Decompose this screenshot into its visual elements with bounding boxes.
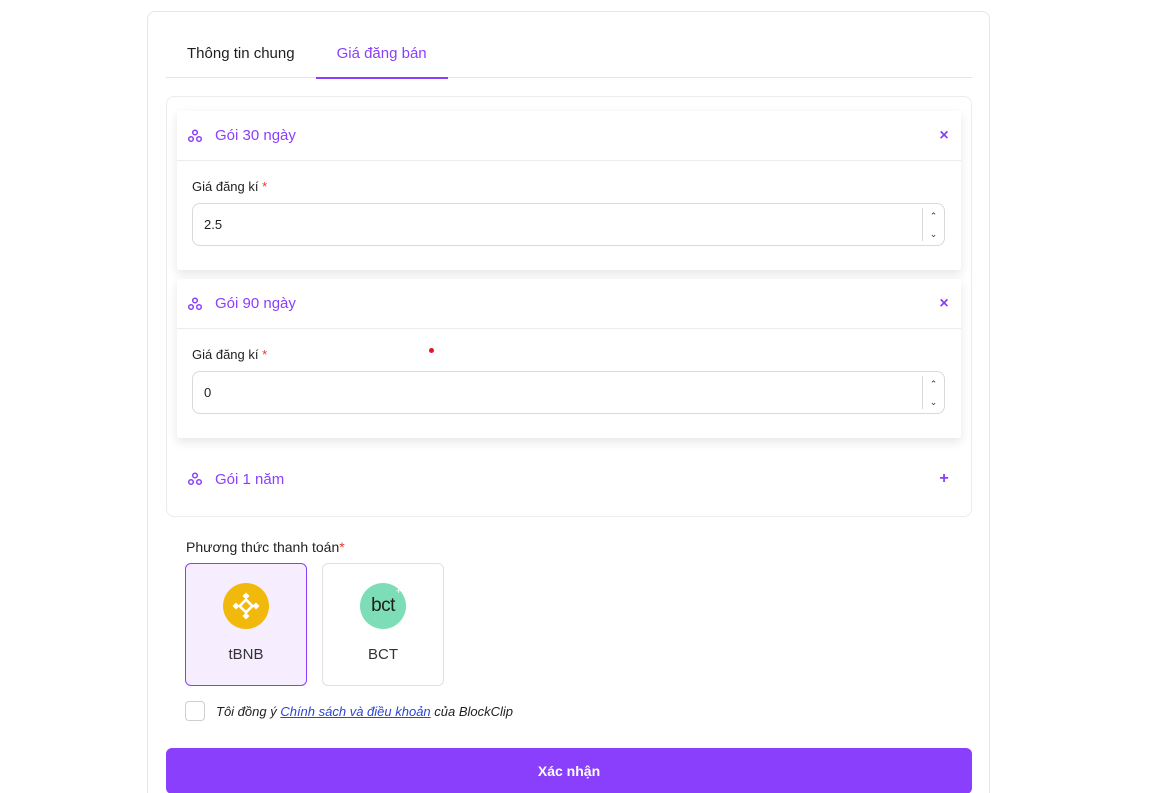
payment-method-label: Phương thức thanh toán* [186,539,345,555]
package-list: Gói 30 ngày × Giá đăng kí * ⌃ ⌄ [166,96,972,517]
package-30-days: Gói 30 ngày × Giá đăng kí * ⌃ ⌄ [177,111,961,270]
quantity-stepper: ⌃ ⌄ [922,376,944,409]
payment-options: tBNB bct + BCT [185,563,444,686]
bct-logo-text: bct [371,595,395,616]
chevron-up-icon[interactable]: ⌃ [930,376,938,391]
confirm-button[interactable]: Xác nhận [166,748,972,793]
cluster-icon [187,128,203,144]
payment-option-label: BCT [368,646,398,663]
payment-option-tbnb[interactable]: tBNB [185,563,307,686]
package-body: Giá đăng kí * ⌃ ⌄ [177,329,961,438]
tab-sale-price[interactable]: Giá đăng bán [315,32,448,79]
terms-agreement: Tôi đồng ý Chính sách và điều khoản của … [185,701,513,721]
tab-general-info[interactable]: Thông tin chung [166,32,316,78]
close-icon[interactable]: × [937,295,951,313]
chevron-down-icon[interactable]: ⌄ [930,226,938,241]
cluster-icon [187,471,203,487]
tab-bar: Thông tin chung Giá đăng bán [166,32,972,79]
required-mark: * [262,347,268,362]
package-header[interactable]: Gói 30 ngày × [177,111,961,161]
bct-coin-icon: bct + [360,583,406,629]
package-body: Giá đăng kí * ⌃ ⌄ [177,161,961,270]
price-input[interactable] [193,372,913,413]
chevron-down-icon[interactable]: ⌄ [930,394,938,409]
package-title: Gói 90 ngày [215,295,296,312]
bnb-coin-icon [223,583,269,629]
payment-option-bct[interactable]: bct + BCT [322,563,444,686]
terms-link[interactable]: Chính sách và điều khoản [280,704,430,719]
package-90-days: Gói 90 ngày × Giá đăng kí * ⌃ ⌄ [177,279,961,438]
price-input-30-days: ⌃ ⌄ [192,203,945,246]
package-title: Gói 1 năm [215,470,285,488]
package-header[interactable]: Gói 1 năm + [177,454,961,504]
package-header[interactable]: Gói 90 ngày × [177,279,961,329]
required-mark: * [339,539,345,555]
payment-option-label: tBNB [228,646,264,663]
quantity-stepper: ⌃ ⌄ [922,208,944,241]
price-label: Giá đăng kí * [192,179,268,194]
bct-logo-plus: + [395,586,401,596]
plus-icon[interactable]: + [937,470,951,488]
package-1-year: Gói 1 năm + [177,454,961,504]
required-mark: * [262,179,268,194]
red-dot-marker [429,348,434,353]
price-input-90-days: ⌃ ⌄ [192,371,945,414]
terms-checkbox[interactable] [185,701,205,721]
package-title: Gói 30 ngày [215,127,296,144]
chevron-up-icon[interactable]: ⌃ [930,208,938,223]
cluster-icon [187,296,203,312]
close-icon[interactable]: × [937,127,951,145]
price-label: Giá đăng kí * [192,347,268,362]
form-card: Thông tin chung Giá đăng bán Gói 30 ngày… [147,11,990,793]
terms-text: Tôi đồng ý Chính sách và điều khoản của … [216,703,514,719]
price-input[interactable] [193,204,913,245]
